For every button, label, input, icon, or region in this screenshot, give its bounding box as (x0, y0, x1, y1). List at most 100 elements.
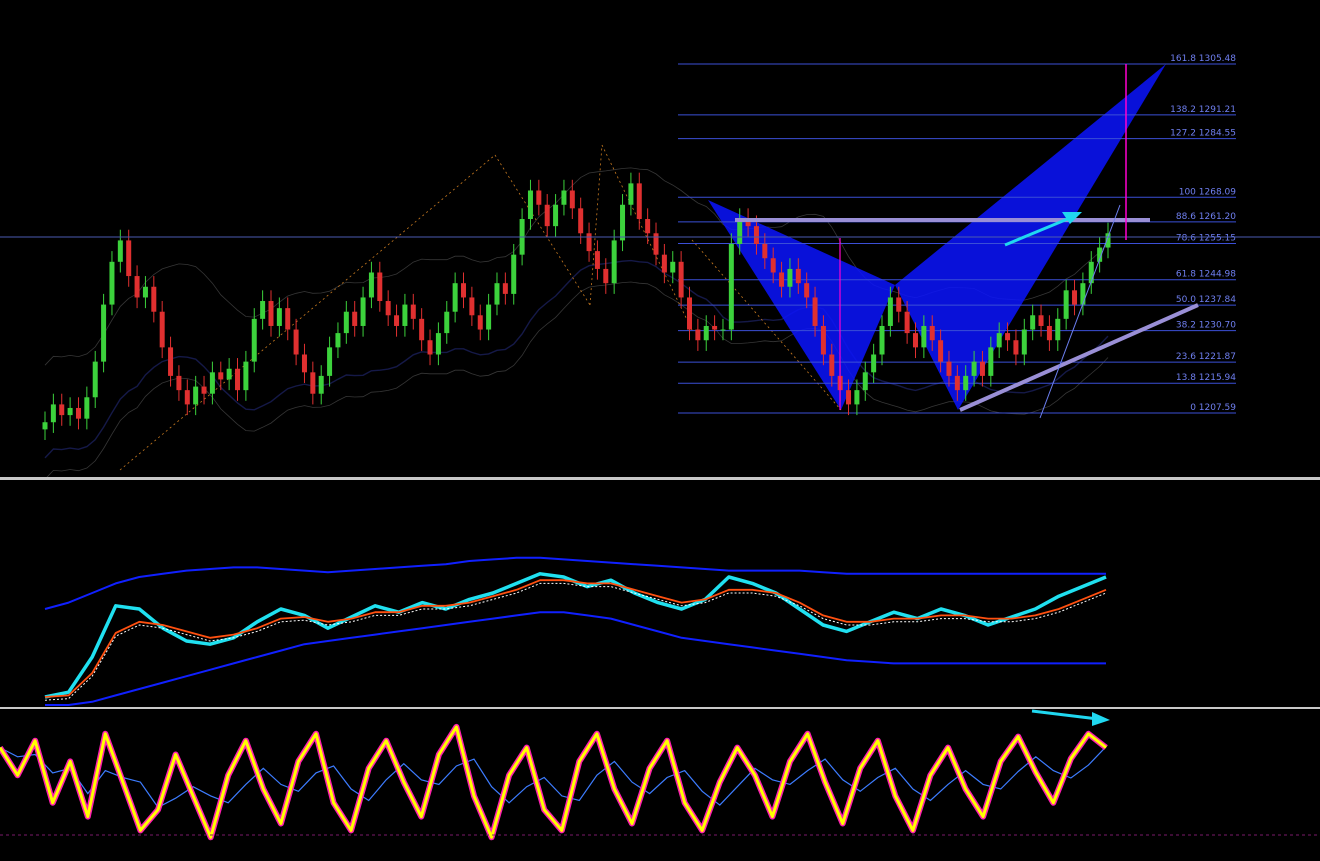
candle-body (151, 286, 157, 312)
candle-body (402, 304, 408, 326)
candle-body (611, 240, 617, 284)
candle-body (1063, 290, 1069, 319)
candle-body (276, 308, 282, 326)
candle-body (737, 219, 743, 244)
candle-body (251, 318, 257, 362)
candle-body (603, 268, 609, 284)
candle-body (670, 261, 676, 273)
fib-level-label: 23.6 1221.87 (1176, 352, 1236, 362)
candle-body (176, 375, 182, 391)
candle-body (661, 254, 667, 273)
candle-body (678, 261, 684, 298)
candle-body (368, 272, 374, 298)
candle-body (168, 347, 174, 376)
candle-body (1055, 318, 1061, 341)
fib-level-label: 0 1207.59 (1190, 403, 1236, 413)
candle-body (75, 407, 81, 419)
fib-level-label: 161.8 1305.48 (1170, 54, 1236, 64)
candle-body (310, 372, 316, 394)
candle-body (1030, 315, 1036, 330)
candle-body (820, 325, 826, 355)
candle-body (1046, 325, 1052, 341)
candle-body (770, 258, 776, 273)
candle-body (59, 404, 65, 416)
candle-body (686, 297, 692, 330)
fib-level-label: 13.8 1215.94 (1176, 373, 1236, 383)
candle-body (427, 340, 433, 355)
candle-body (787, 268, 793, 287)
candle-body (712, 325, 718, 330)
candle-body (846, 390, 852, 405)
candle-body (444, 311, 450, 334)
candle-body (385, 301, 391, 316)
candle-body (578, 208, 584, 234)
fib-level-label: 127.2 1284.55 (1170, 129, 1236, 139)
candle-body (84, 397, 90, 419)
stochastic-arrow-icon (1092, 712, 1110, 726)
fib-level-label: 100 1268.09 (1179, 187, 1237, 197)
candle-body (42, 422, 48, 430)
candle-body (653, 233, 659, 255)
candle-body (887, 297, 893, 326)
candle-body (494, 283, 500, 305)
candle-body (963, 375, 969, 391)
candle-body (477, 315, 483, 330)
candle-body (695, 329, 701, 341)
candle-body (184, 390, 190, 405)
fib-level-label: 138.2 1291.21 (1170, 105, 1236, 115)
candle-body (527, 190, 533, 220)
candle-body (879, 325, 885, 355)
candle-body (109, 261, 115, 305)
candle-body (268, 301, 274, 326)
candle-body (193, 386, 199, 405)
candle-body (812, 297, 818, 326)
candle-body (620, 204, 626, 241)
pane-separator-1 (0, 477, 1320, 480)
fib-level-label: 38.2 1230.70 (1176, 321, 1236, 331)
candle-body (1072, 290, 1078, 305)
candle-body (394, 315, 400, 326)
candle-body (469, 297, 475, 316)
candle-body (452, 283, 458, 312)
candle-body (1013, 340, 1019, 355)
candle-body (854, 390, 860, 405)
candle-body (636, 183, 642, 220)
candle-body (101, 304, 107, 362)
candle-body (762, 243, 768, 259)
candle-body (553, 204, 559, 227)
candle-body (938, 340, 944, 362)
candle-body (218, 372, 224, 380)
candle-body (511, 254, 517, 294)
candle-body (703, 325, 709, 341)
candle-body (988, 347, 994, 376)
candle-body (134, 276, 140, 298)
candle-body (410, 304, 416, 319)
candle-body (293, 329, 299, 355)
fib-level-label: 88.6 1261.20 (1176, 212, 1236, 222)
candle-body (1005, 333, 1011, 341)
candle-body (896, 297, 902, 312)
candle-body (461, 283, 467, 298)
candle-body (142, 286, 148, 298)
candle-body (260, 301, 266, 319)
candle-body (645, 219, 651, 234)
candle-body (544, 204, 550, 227)
candle-body (753, 226, 759, 244)
candle-body (201, 386, 207, 394)
candle-body (327, 347, 333, 376)
candle-body (569, 190, 575, 209)
candle-body (352, 311, 358, 326)
candle-body (921, 325, 927, 348)
stochastic-main-line (0, 725, 1107, 839)
swing-line-2 (589, 144, 603, 306)
candle-body (929, 325, 935, 341)
candle-body (912, 333, 918, 348)
pane-separator-2 (0, 707, 1320, 709)
candle-body (904, 311, 910, 334)
candle-body (871, 354, 877, 373)
candle-body (829, 354, 835, 376)
fib-level-label: 78.6 1255.15 (1176, 233, 1236, 243)
candle-body (594, 251, 600, 269)
candle-body (92, 361, 98, 398)
candle-body (586, 233, 592, 252)
